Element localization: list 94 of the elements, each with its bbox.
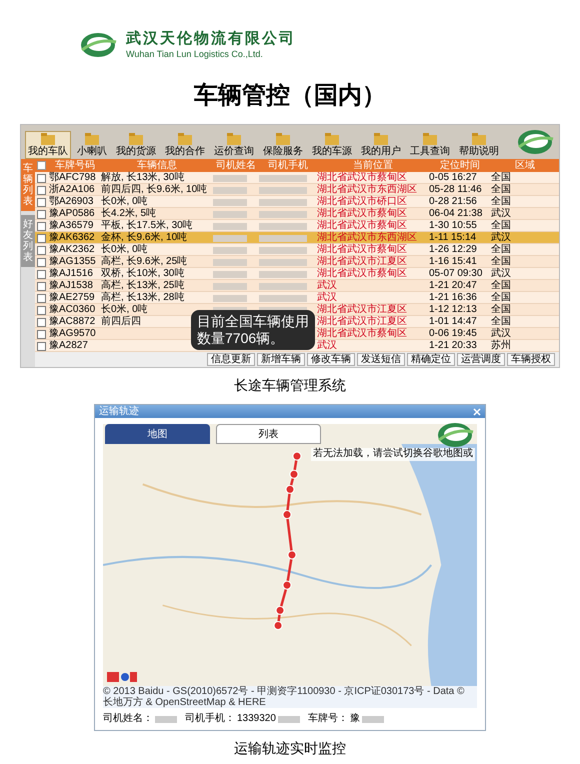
location-text: 武汉 [317, 340, 338, 352]
plate-number: 鄂A26903 [49, 196, 94, 208]
region-text: 全国 [491, 280, 512, 292]
region-text: 全国 [491, 196, 512, 208]
page-title: 车辆管控（国内） [194, 84, 386, 108]
plate-number: 豫AC8872 [49, 316, 96, 328]
time-text: 0-06 19:45 [429, 328, 478, 340]
region-text: 全国 [491, 316, 512, 328]
location-text: 湖北省武汉市蔡甸区 [317, 328, 408, 340]
column-header: 当前位置 [352, 160, 394, 172]
time-text: 1-16 15:41 [429, 256, 478, 268]
plate-number: 豫A36579 [49, 220, 94, 232]
field-label: 司机姓名： [103, 714, 153, 724]
company-name-english: Wuhan Tian Lun Logistics Co.,Ltd. [126, 48, 264, 60]
vehicle-info: 长0米, 0吨 [101, 196, 148, 208]
location-text: 武汉 [317, 280, 338, 292]
region-text: 全国 [491, 172, 512, 184]
location-text: 湖北省武汉市东西湖区 [317, 232, 418, 244]
column-header: 司机手机 [267, 160, 309, 172]
time-text: 1-21 16:36 [429, 292, 478, 304]
vehicle-info: 长0米, 0吨 [101, 304, 148, 316]
time-text: 0-28 21:56 [429, 196, 478, 208]
plate-number: 豫A2827 [49, 340, 89, 352]
column-header: 司机姓名 [215, 160, 257, 172]
vehicle-info: 平板, 长17.5米, 30吨 [101, 220, 193, 232]
plate-number: 豫AG1355 [49, 256, 97, 268]
figure-caption: 运输轨迹实时监控 [234, 743, 346, 757]
time-text: 06-04 21:38 [429, 208, 484, 220]
plate-number: 豫AE2759 [49, 292, 96, 304]
plate-number: 豫AC0360 [49, 304, 96, 316]
location-text: 湖北省武汉市东西湖区 [317, 184, 418, 196]
field-value: 豫 [350, 714, 360, 724]
time-text: 1-26 12:29 [429, 244, 478, 256]
time-text: 05-07 09:30 [429, 268, 484, 280]
region-text: 武汉 [491, 208, 512, 220]
vehicle-info: 双桥, 长10米, 30吨 [101, 268, 184, 280]
plate-number: 豫AK6362 [49, 232, 96, 244]
location-text: 湖北省武汉市蔡甸区 [317, 268, 408, 280]
callout-tooltip: 目前全国车辆使用数量7706辆。 [191, 310, 315, 350]
location-text: 湖北省武汉市蔡甸区 [317, 244, 408, 256]
location-text: 湖北省武汉市江夏区 [317, 316, 408, 328]
plate-number: 鄂AFC798 [49, 172, 97, 184]
region-text: 全国 [491, 304, 512, 316]
region-text: 武汉 [491, 328, 512, 340]
plate-number: 浙A2A106 [49, 184, 96, 196]
vehicle-info: 高栏, 长13米, 25吨 [101, 280, 184, 292]
time-text: 1-21 20:33 [429, 340, 478, 352]
plate-number: 豫AG9570 [49, 328, 97, 340]
time-text: 0-05 16:27 [429, 172, 478, 184]
figure-caption: 长途车辆管理系统 [234, 380, 346, 394]
time-text: 1-21 20:47 [429, 280, 478, 292]
map-copyright: © 2013 Baidu - GS(2010)6572号 - 甲测资字1100930 - 京ICP证030173号 - Data © 长地万方 & OpenStreetMap & HERE [103, 686, 477, 708]
location-text: 湖北省武汉市蔡甸区 [317, 172, 408, 184]
vehicle-info: 高栏, 长9.6米, 25吨 [101, 256, 188, 268]
plate-number: 豫AJ1538 [49, 280, 94, 292]
company-name: 武汉天伦物流有限公司 [126, 30, 296, 49]
location-text: 武汉 [317, 292, 338, 304]
field-label: 司机手机： [185, 714, 235, 724]
region-text: 全国 [491, 244, 512, 256]
column-header: 定位时间 [439, 160, 481, 172]
window-title: 运输轨迹 [99, 406, 139, 416]
field-value: 1339320 [237, 714, 276, 724]
region-text: 苏州 [491, 340, 512, 352]
vehicle-info: 前四后四, 长9.6米, 10吨 [101, 184, 208, 196]
column-header: 区域 [514, 160, 536, 172]
region-text: 武汉 [491, 232, 512, 244]
column-header: 车牌号码 [54, 160, 96, 172]
field-label: 车牌号： [308, 714, 348, 724]
vehicle-info: 高栏, 长13米, 28吨 [101, 292, 184, 304]
time-text: 1-30 10:55 [429, 220, 478, 232]
location-text: 湖北省武汉市蔡甸区 [317, 220, 408, 232]
vehicle-info: 长4.2米, 5吨 [101, 208, 156, 220]
location-text: 湖北省武汉市蔡甸区 [317, 208, 408, 220]
region-text: 武汉 [491, 268, 512, 280]
column-header: 车辆信息 [136, 160, 178, 172]
plate-number: 豫AK2362 [49, 244, 96, 256]
time-text: 1-11 15:14 [429, 232, 478, 244]
region-text: 全国 [491, 220, 512, 232]
vehicle-info: 长0米, 0吨 [101, 244, 148, 256]
time-text: 1-12 12:13 [429, 304, 478, 316]
location-text: 湖北省武汉市硚口区 [317, 196, 408, 208]
map-notice: 若无法加载，请尝试切换谷歌地图或 [311, 448, 475, 460]
plate-number: 豫AP0586 [49, 208, 96, 220]
time-text: 05-28 11:46 [429, 184, 483, 196]
region-text: 全国 [491, 184, 512, 196]
region-text: 全国 [491, 256, 512, 268]
time-text: 1-01 14:47 [429, 316, 478, 328]
vehicle-info: 解放, 长13米, 30吨 [101, 172, 184, 184]
region-text: 全国 [491, 292, 512, 304]
vehicle-info: 金杯, 长9.6米, 10吨 [101, 232, 188, 244]
plate-number: 豫AJ1516 [49, 268, 94, 280]
location-text: 湖北省武汉市江夏区 [317, 304, 408, 316]
vehicle-info: 前四后四 [101, 316, 141, 328]
location-text: 湖北省武汉市江夏区 [317, 256, 408, 268]
